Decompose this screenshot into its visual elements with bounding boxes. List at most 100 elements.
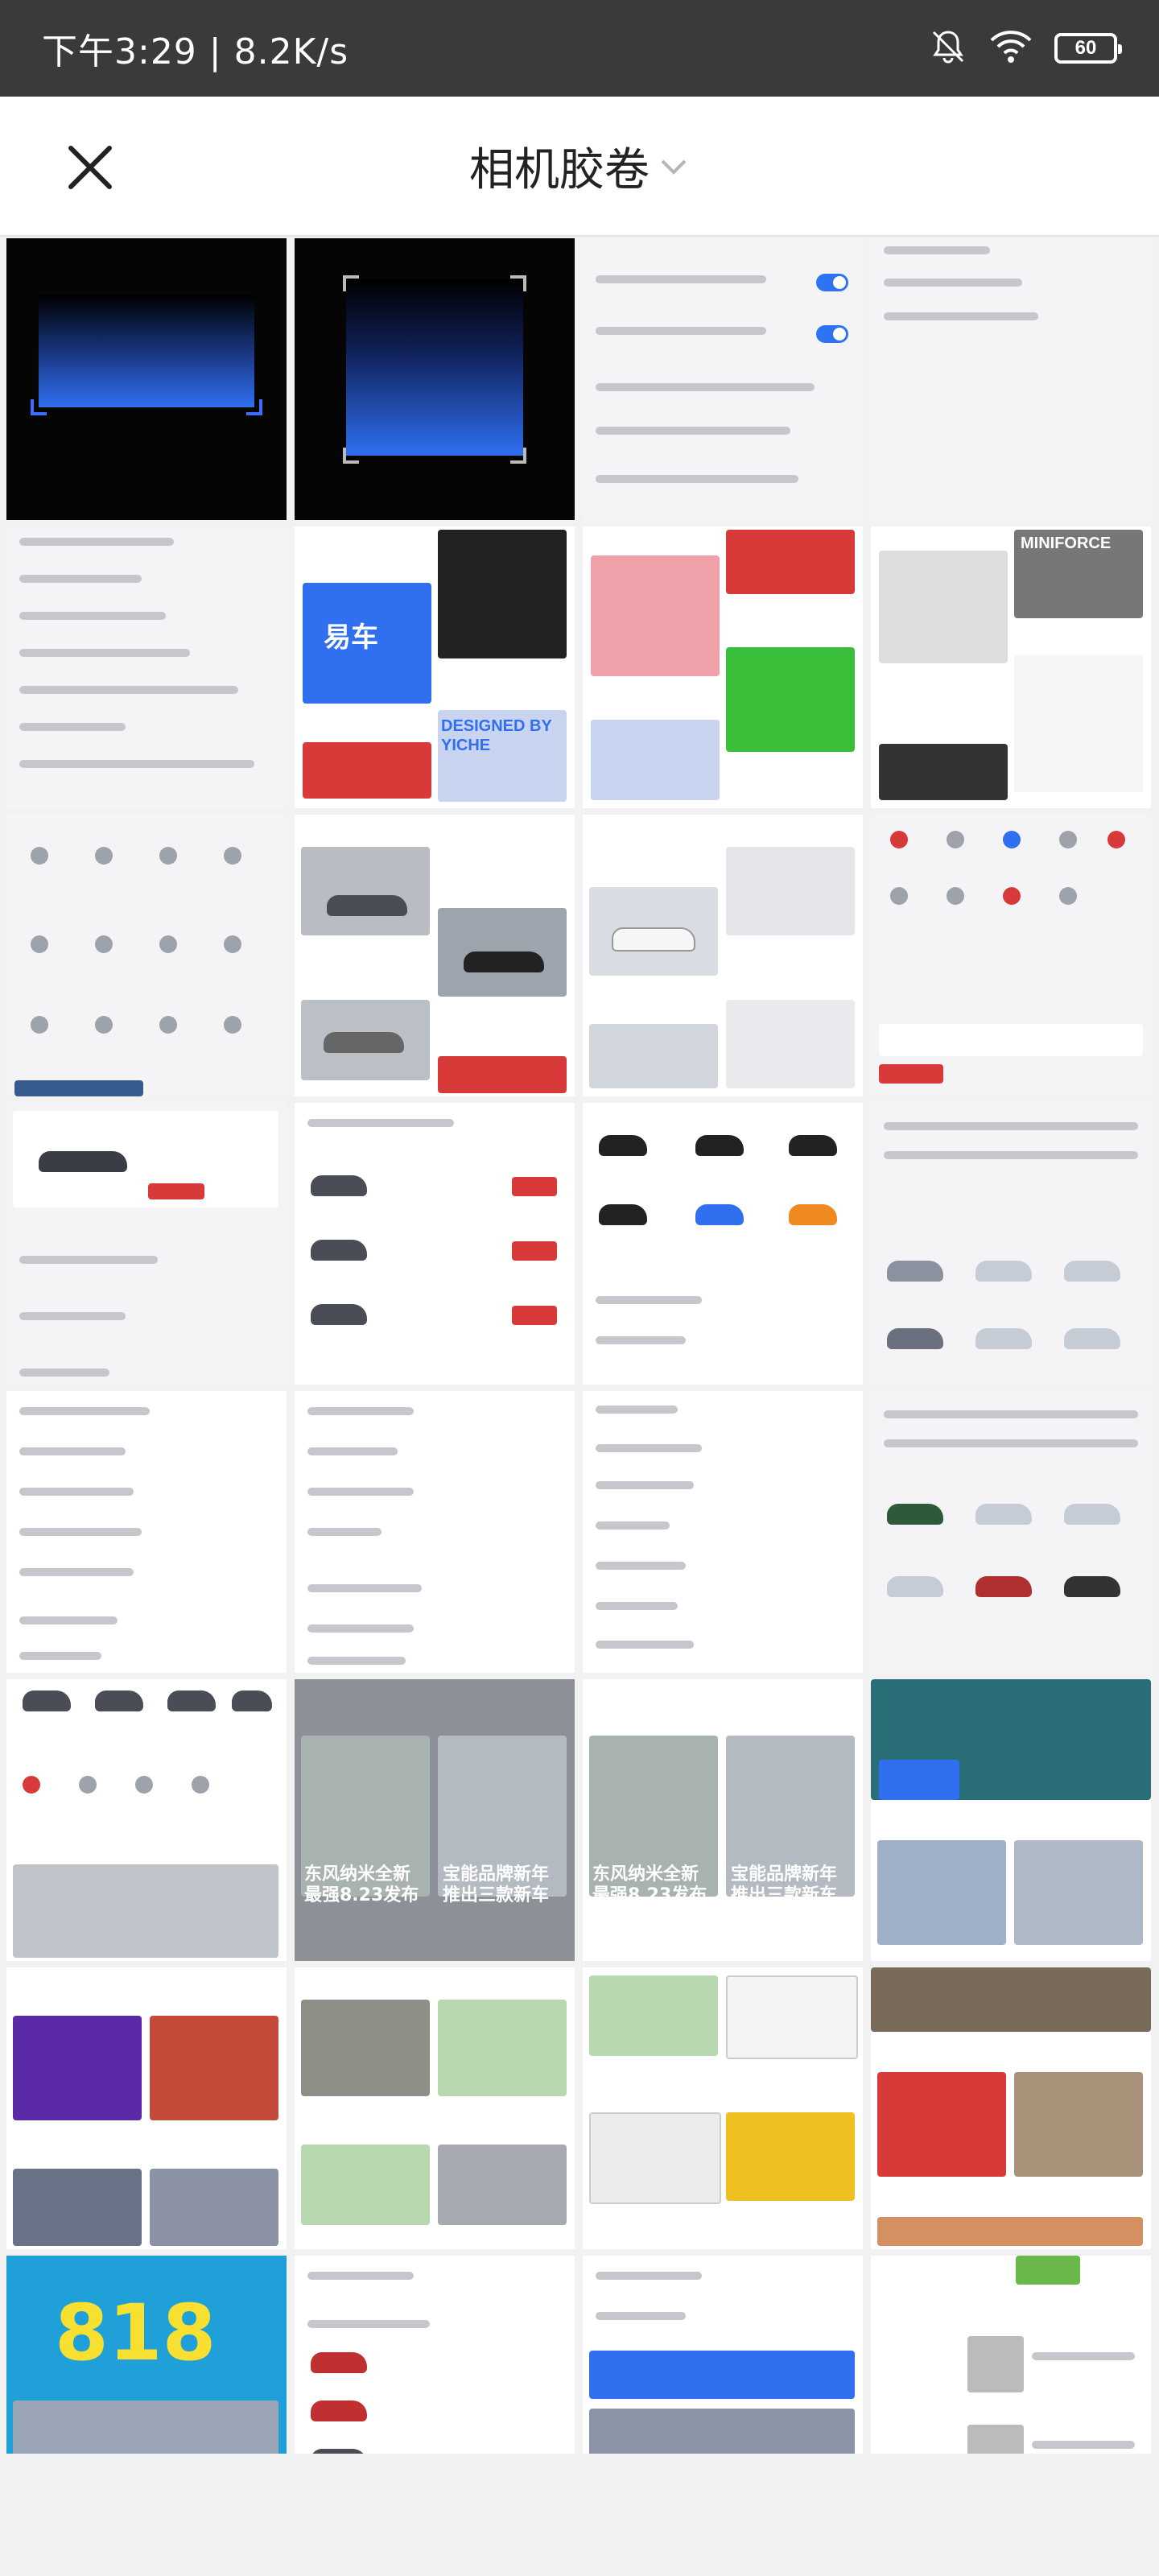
photo-thumbnail[interactable] <box>6 526 287 808</box>
car-image <box>1064 1328 1120 1349</box>
car-image <box>23 1690 71 1711</box>
image-card <box>438 2145 567 2225</box>
photo-thumbnail[interactable] <box>295 1103 575 1385</box>
image-card <box>591 720 720 800</box>
photo-thumbnail[interactable] <box>871 1391 1151 1673</box>
photo-thumbnail[interactable] <box>6 1967 287 2249</box>
toggle-icon <box>816 274 848 291</box>
list-row <box>307 2320 430 2328</box>
photo-thumbnail[interactable] <box>295 238 575 520</box>
image-card <box>589 2112 721 2204</box>
card-text: 宝能品牌新年 推出三款新车 <box>443 1864 550 1905</box>
setting-row <box>19 575 142 583</box>
app-icon <box>224 1016 241 1034</box>
image-card <box>301 847 430 935</box>
image-card <box>726 1000 855 1088</box>
image-card <box>877 1840 1006 1945</box>
empty-area <box>0 2454 1159 2576</box>
car-image <box>311 2352 367 2373</box>
photo-thumbnail[interactable] <box>583 526 863 808</box>
brand-icon <box>890 831 908 848</box>
image-card <box>1014 1840 1143 1945</box>
frame-corner <box>31 399 47 415</box>
list-row <box>19 1488 134 1496</box>
list-row <box>19 1568 134 1576</box>
list-row <box>19 1652 101 1660</box>
setting-row <box>884 246 990 254</box>
list-row <box>19 1368 109 1377</box>
photo-thumbnail[interactable] <box>583 238 863 520</box>
photo-thumbnail[interactable]: 东风纳米全新 最强8.23发布 宝能品牌新年 推出三款新车 <box>583 1679 863 1961</box>
card-text: 东风纳米全新 最强8.23发布 <box>592 1864 707 1905</box>
card-text: DESIGNED BY YICHE <box>441 717 552 754</box>
car-image <box>975 1328 1032 1349</box>
photo-thumbnail[interactable] <box>6 238 287 520</box>
photo-thumbnail[interactable] <box>295 815 575 1096</box>
image-card <box>967 2336 1024 2392</box>
image-card <box>438 2000 567 2096</box>
photo-thumbnail[interactable] <box>295 1967 575 2249</box>
list-row <box>884 1151 1138 1159</box>
photo-thumbnail[interactable] <box>6 815 287 1096</box>
car-image <box>887 1504 943 1525</box>
card-text: 易车 <box>324 621 378 654</box>
photo-thumbnail[interactable] <box>583 1967 863 2249</box>
card-text: 818 <box>55 2288 217 2378</box>
app-icon <box>95 935 113 953</box>
photo-thumbnail[interactable] <box>583 815 863 1096</box>
photo-thumbnail[interactable]: 东风纳米全新 最强8.23发布 宝能品牌新年 推出三款新车 <box>295 1679 575 1961</box>
tag <box>512 1177 557 1196</box>
photo-thumbnail[interactable]: 易车 DESIGNED BY YICHE <box>295 526 575 808</box>
image-card <box>879 744 1008 800</box>
tag <box>512 1306 557 1325</box>
motorcycle-image <box>599 1204 647 1225</box>
list-row <box>596 2312 686 2320</box>
toggle-icon <box>816 325 848 343</box>
car-image <box>887 1328 943 1349</box>
image-card <box>1014 655 1143 792</box>
photo-thumbnail[interactable]: MINIFORCE <box>871 526 1151 808</box>
photo-thumbnail[interactable] <box>6 1679 287 1961</box>
card-text: 宝能品牌新年 推出三款新车 <box>731 1864 838 1905</box>
list-row <box>596 1336 686 1344</box>
photo-thumbnail[interactable] <box>583 1103 863 1385</box>
mute-bell-icon <box>929 27 967 70</box>
app-icon <box>95 847 113 865</box>
photo-thumbnail[interactable] <box>871 1967 1151 2249</box>
motorcycle-image <box>599 1135 647 1156</box>
brand-icon <box>947 887 964 905</box>
photo-thumbnail[interactable] <box>871 1103 1151 1385</box>
motorcycle-image <box>789 1204 837 1225</box>
wifi-icon <box>988 29 1033 68</box>
photo-thumbnail[interactable] <box>871 238 1151 520</box>
image-card <box>14 1080 143 1096</box>
app-icon <box>95 1016 113 1034</box>
list-row <box>307 1624 414 1633</box>
list-row <box>1032 2352 1135 2360</box>
setting-row <box>884 279 1022 287</box>
album-selector[interactable]: 相机胶卷 <box>0 97 1159 235</box>
car-image <box>167 1690 216 1711</box>
brand-icon <box>947 831 964 848</box>
photo-thumbnail[interactable] <box>871 815 1151 1096</box>
image-card <box>879 551 1008 663</box>
list-row <box>307 1407 414 1415</box>
setting-row <box>19 760 254 768</box>
list-row <box>307 1447 398 1455</box>
motorcycle-image <box>695 1204 744 1225</box>
app-icon <box>159 1016 177 1034</box>
list-row <box>19 1312 126 1320</box>
photo-thumbnail[interactable] <box>295 1391 575 1673</box>
photo-grid: 易车 DESIGNED BY YICHE MINIFORCE 东风纳米全新 最强… <box>6 238 1153 2537</box>
image-card <box>589 1975 718 2056</box>
brand-icon <box>1107 831 1125 848</box>
image-card <box>303 742 431 799</box>
photo-thumbnail[interactable] <box>583 1391 863 1673</box>
setting-row <box>19 686 238 694</box>
photo-thumbnail[interactable] <box>871 1679 1151 1961</box>
photo-thumbnail[interactable] <box>6 1391 287 1673</box>
list-row <box>307 1488 414 1496</box>
photo-thumbnail[interactable] <box>6 1103 287 1385</box>
setting-row <box>596 427 790 435</box>
image-card <box>150 2169 278 2246</box>
